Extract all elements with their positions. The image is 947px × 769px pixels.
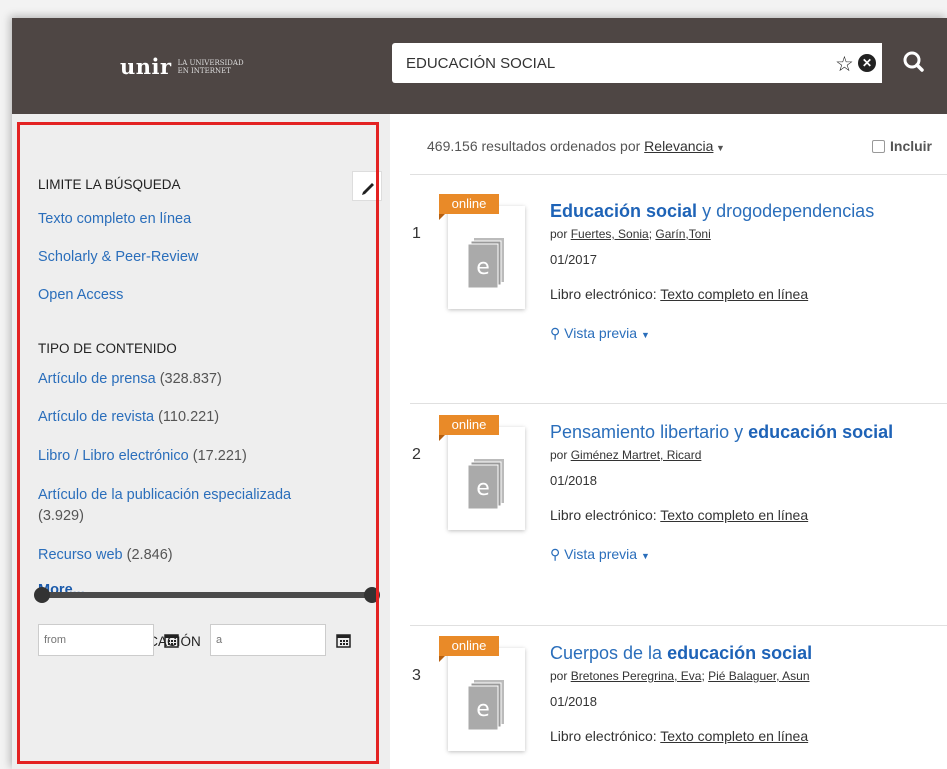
- content-type-item[interactable]: Artículo de prensa (328.837): [38, 371, 222, 387]
- online-badge: online: [439, 415, 499, 435]
- content-type-item[interactable]: Recurso web (2.846): [38, 547, 173, 563]
- ebook-icon: e: [467, 680, 504, 731]
- unir-logo[interactable]: unir LA UNIVERSIDAD EN INTERNET: [120, 54, 244, 79]
- top-header: unir LA UNIVERSIDAD EN INTERNET ☆ ✕: [12, 18, 947, 114]
- ebook-icon: e: [467, 238, 504, 289]
- result-title[interactable]: Pensamiento libertario y educación socia…: [550, 422, 893, 443]
- results-summary: 469.156 resultados ordenados por Relevan…: [427, 138, 725, 154]
- ebook-thumbnail[interactable]: e: [448, 427, 525, 530]
- date-slider-handle-min[interactable]: [34, 587, 50, 603]
- result-number: 3: [412, 667, 421, 684]
- full-text-link[interactable]: Texto completo en línea: [660, 728, 808, 744]
- date-slider-track[interactable]: [42, 592, 372, 598]
- online-badge: online: [439, 194, 499, 214]
- pencil-icon: [362, 183, 374, 195]
- search-icon: [903, 51, 924, 72]
- svg-text:e: e: [476, 697, 490, 722]
- search-input[interactable]: [392, 44, 822, 82]
- app-frame: unir LA UNIVERSIDAD EN INTERNET ☆ ✕ LIMI…: [12, 18, 947, 769]
- magnifier-icon: ⚲: [550, 325, 561, 341]
- calendar-from-icon[interactable]: [164, 633, 179, 648]
- content-type-heading: TIPO DE CONTENIDO: [38, 341, 177, 356]
- include-option[interactable]: Incluir: [872, 138, 932, 154]
- ebook-thumbnail[interactable]: e: [448, 648, 525, 751]
- full-text-link[interactable]: Texto completo en línea: [660, 286, 808, 302]
- filter-open-access[interactable]: Open Access: [38, 287, 123, 303]
- content-type-item[interactable]: Libro / Libro electrónico (17.221): [38, 448, 247, 464]
- result-date: 01/2018: [550, 473, 597, 488]
- edit-filters-button[interactable]: [352, 171, 382, 201]
- result-title[interactable]: Cuerpos de la educación social: [550, 643, 812, 664]
- ebook-icon: e: [467, 459, 504, 510]
- result-title[interactable]: Educación social y drogodependencias: [550, 201, 874, 222]
- badge-fold: [439, 214, 445, 220]
- date-from-field: [38, 624, 154, 656]
- calendar-to-icon[interactable]: [336, 633, 351, 648]
- result-number: 1: [412, 225, 421, 242]
- preview-toggle[interactable]: ⚲ Vista previa ▼: [550, 546, 650, 563]
- logo-wordmark: unir: [120, 54, 172, 79]
- date-slider-handle-max[interactable]: [364, 587, 380, 603]
- author-link[interactable]: Giménez Martret, Ricard: [571, 448, 702, 462]
- badge-fold: [439, 435, 445, 441]
- result-authors: por Giménez Martret, Ricard: [550, 448, 702, 462]
- save-search-star-icon[interactable]: ☆: [835, 52, 854, 77]
- search-button[interactable]: [882, 43, 947, 83]
- online-badge: online: [439, 636, 499, 656]
- svg-text:e: e: [476, 255, 490, 280]
- result-format: Libro electrónico: Texto completo en lín…: [550, 507, 809, 523]
- caret-down-icon: ▼: [640, 551, 650, 561]
- divider: [410, 174, 947, 175]
- result-number: 2: [412, 446, 421, 463]
- date-from-input[interactable]: [39, 625, 119, 655]
- content-type-item[interactable]: Artículo de revista (110.221): [38, 409, 219, 425]
- author-link[interactable]: Fuertes, Sonia: [571, 227, 649, 241]
- result-format: Libro electrónico: Texto completo en lín…: [550, 286, 809, 302]
- author-link[interactable]: Pié Balaguer, Asun: [708, 669, 809, 683]
- author-link[interactable]: Garín,Toni: [655, 227, 710, 241]
- filter-scholarly[interactable]: Scholarly & Peer-Review: [38, 249, 198, 265]
- include-checkbox[interactable]: [872, 139, 885, 153]
- svg-text:e: e: [476, 476, 490, 501]
- date-to-field: [210, 624, 326, 656]
- result-date: 01/2017: [550, 252, 597, 267]
- result-authors: por Fuertes, Sonia; Garín,Toni: [550, 227, 711, 241]
- result-format: Libro electrónico: Texto completo en lín…: [550, 728, 809, 744]
- result-date: 01/2018: [550, 694, 597, 709]
- content-type-item[interactable]: Artículo de la publicación especializada…: [38, 485, 358, 527]
- result-item: 1 e online Educación social y drogodepen…: [390, 181, 947, 361]
- filter-sidebar: LIMITE LA BÚSQUEDA Texto completo en lín…: [12, 114, 390, 769]
- badge-fold: [439, 656, 445, 662]
- sort-dropdown[interactable]: Relevancia: [644, 138, 713, 154]
- search-box: ☆ ✕: [392, 43, 947, 83]
- filter-full-text[interactable]: Texto completo en línea: [38, 211, 191, 227]
- results-panel: 469.156 resultados ordenados por Relevan…: [390, 114, 947, 769]
- limit-search-heading: LIMITE LA BÚSQUEDA: [38, 177, 181, 192]
- date-to-input[interactable]: [211, 625, 291, 655]
- preview-toggle[interactable]: ⚲ Vista previa ▼: [550, 325, 650, 342]
- logo-tagline: LA UNIVERSIDAD EN INTERNET: [177, 58, 244, 75]
- caret-down-icon: ▼: [640, 330, 650, 340]
- result-item: 3 e online Cuerpos de la educación socia…: [390, 623, 947, 769]
- author-link[interactable]: Bretones Peregrina, Eva: [571, 669, 702, 683]
- ebook-thumbnail[interactable]: e: [448, 206, 525, 309]
- result-item: 2 e online Pensamiento libertario y educ…: [390, 402, 947, 582]
- result-authors: por Bretones Peregrina, Eva; Pié Balague…: [550, 669, 810, 683]
- full-text-link[interactable]: Texto completo en línea: [660, 507, 808, 523]
- caret-down-icon: ▼: [713, 143, 725, 153]
- magnifier-icon: ⚲: [550, 546, 561, 562]
- clear-search-icon[interactable]: ✕: [858, 54, 876, 72]
